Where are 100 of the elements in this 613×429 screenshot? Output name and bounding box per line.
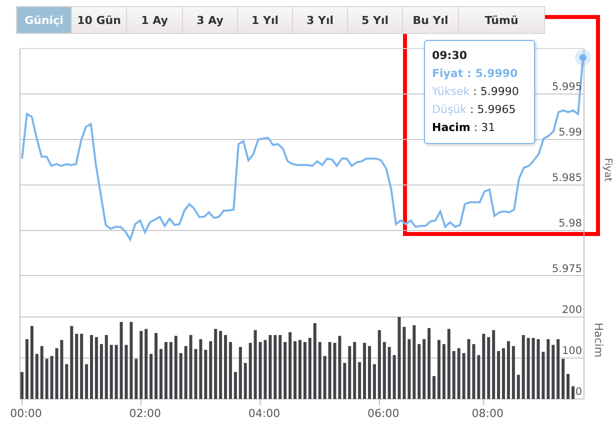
volume-bar	[160, 348, 162, 399]
volume-bar	[552, 344, 555, 399]
volume-bar	[124, 344, 128, 399]
volume-bar	[144, 328, 148, 399]
volume-bar	[382, 342, 386, 399]
volume-bar	[358, 362, 362, 399]
axis-label: 06:00	[368, 407, 400, 420]
volume-bar	[502, 348, 505, 399]
volume-bar	[209, 341, 212, 399]
volume-bar	[303, 342, 306, 399]
volume-bar	[244, 362, 247, 399]
tooltip-row-text: Fiyat : 5.9990	[432, 66, 519, 82]
volume-bar	[234, 372, 237, 399]
volume-bar	[457, 348, 460, 399]
volume-bar	[562, 358, 565, 399]
axis-label: 5.985	[552, 172, 582, 184]
volume-bar	[75, 334, 78, 399]
volume-bar	[184, 346, 188, 399]
axis-label: 04:00	[248, 407, 280, 420]
period-tab[interactable]: 5 Yıl	[347, 6, 403, 34]
volume-bar	[467, 339, 470, 399]
volume-bar	[437, 340, 440, 399]
period-tab[interactable]: Bu Yıl	[402, 6, 459, 34]
volume-bar	[512, 346, 515, 399]
axis-label: 5.99	[558, 126, 582, 138]
volume-bar	[274, 335, 277, 399]
volume-bar	[65, 364, 68, 399]
volume-bar	[353, 342, 356, 399]
period-tab[interactable]: 10 Gün	[71, 6, 127, 34]
volume-bar	[94, 337, 98, 399]
volume-bar	[154, 333, 158, 399]
volume-bar	[442, 344, 446, 399]
volume-bar	[556, 339, 560, 399]
volume-bar	[472, 344, 476, 399]
volume-bar	[134, 358, 138, 399]
volume-bar	[542, 352, 545, 399]
axis-title: Fiyat	[602, 158, 613, 182]
volume-bar	[333, 342, 336, 399]
volume-bar	[80, 334, 84, 399]
volume-bar	[214, 328, 218, 399]
volume-bar	[264, 340, 267, 399]
tooltip-row-text: Hacim : 31	[432, 120, 496, 136]
period-tab[interactable]: 1 Ay	[126, 6, 183, 34]
volume-bar	[308, 338, 312, 399]
volume-bar	[526, 338, 530, 399]
volume-bar	[572, 386, 574, 399]
volume-bar	[284, 342, 287, 399]
volume-bar	[40, 346, 44, 399]
hover-marker	[575, 50, 591, 66]
volume-bar	[492, 330, 496, 399]
period-tab[interactable]: 1 Yıl	[237, 6, 293, 34]
volume-bar	[447, 328, 450, 399]
volume-bar	[110, 344, 113, 399]
period-tab[interactable]: 3 Ay	[182, 6, 238, 34]
period-tab[interactable]: Tümü	[458, 6, 545, 34]
axis-label: 5.975	[552, 263, 582, 275]
volume-bar	[55, 348, 58, 399]
axis-title: Hacim	[592, 322, 605, 358]
axis-label: 08:00	[472, 407, 504, 420]
volume-bar	[372, 364, 376, 399]
volume-bar	[428, 328, 431, 399]
volume-bar	[258, 342, 262, 399]
volume-bar	[204, 350, 208, 399]
volume-bar	[477, 355, 480, 399]
volume-bar	[278, 335, 282, 399]
tooltip-title: 09:30	[432, 48, 468, 64]
volume-bar	[318, 342, 322, 399]
axis-label: 5.98	[558, 218, 582, 230]
volume-bar	[288, 332, 292, 399]
volume-bar	[268, 335, 272, 399]
volume-bar	[323, 356, 326, 399]
volume-bar	[506, 341, 510, 399]
volume-bar	[392, 355, 396, 399]
volume-bar	[418, 344, 421, 399]
volume-bar	[104, 335, 108, 399]
volume-bar	[422, 339, 426, 399]
volume-bar	[199, 339, 202, 399]
volume-bar	[90, 335, 93, 399]
volume-bar	[408, 339, 411, 399]
tooltip-row-text: Yüksek : 5.9990	[432, 84, 520, 100]
volume-bar	[174, 336, 178, 399]
volume-bar	[100, 344, 103, 399]
volume-bar	[194, 348, 198, 399]
period-tab[interactable]: 3 Yıl	[292, 6, 348, 34]
volume-bar	[114, 344, 118, 399]
volume-bar	[328, 342, 332, 399]
volume-bar	[497, 351, 500, 399]
axis-label: 02:00	[129, 407, 161, 420]
tooltip-row-text: Düşük : 5.9965	[432, 102, 517, 118]
volume-bar	[348, 346, 352, 399]
volume-bar	[536, 339, 540, 399]
volume-bar	[452, 351, 456, 399]
volume-bar	[25, 339, 28, 399]
volume-bar	[85, 364, 88, 399]
volume-bar	[432, 376, 436, 399]
axis-label: 100	[562, 345, 582, 357]
volume-bar	[50, 356, 54, 399]
volume-bar	[60, 340, 64, 399]
volume-bar	[462, 353, 466, 399]
volume-bar	[378, 330, 381, 399]
